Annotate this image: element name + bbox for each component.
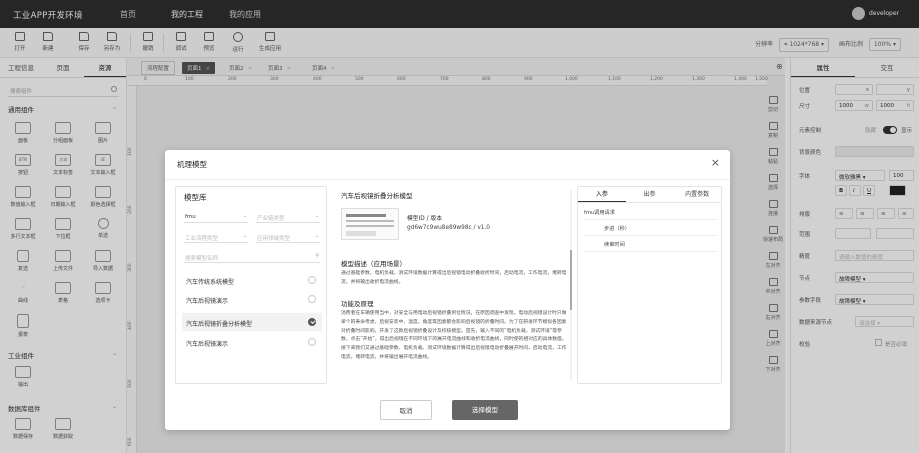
principle-heading: 功能及原理 <box>341 300 374 308</box>
cancel-button[interactable]: 取消 <box>380 400 432 420</box>
library-title: 模型库 <box>184 193 207 202</box>
divider <box>584 219 716 220</box>
description-text: 通过基础参数，电机负载，测试环境数据计算得出后视镜电动折叠收折时间，启动电流，工… <box>341 271 567 285</box>
dialog-title: 机理模型 <box>177 160 207 169</box>
radio-icon <box>308 338 316 346</box>
industry-chain-select[interactable]: 产业链类型 ⌄ <box>256 211 320 223</box>
model-id-label: 模型ID / 版本 <box>407 216 442 222</box>
model-list-item[interactable]: 汽车后视镜演示 <box>182 333 322 351</box>
tab-builtin-params[interactable]: 内置参数 <box>673 187 721 202</box>
radio-icon <box>308 295 316 303</box>
chevron-down-icon: ⌄ <box>314 233 319 239</box>
principle-text: 消费者在车辆使用当中，对安全与用电动后视镜折叠到位情况，在原因调查中发现，电动后… <box>341 311 567 360</box>
param-row: 续审时间 <box>604 242 625 248</box>
model-detail: 汽车后视镜折叠分析模型 模型ID / 版本 gd6w7c9wu8e89w98c … <box>335 186 573 384</box>
model-list-item[interactable]: 汽车传统系统模型 <box>182 271 322 289</box>
type-filter-select[interactable]: fmu ⌄ <box>184 211 248 223</box>
model-thumbnail <box>341 208 399 240</box>
chevron-down-icon: ⌄ <box>242 213 247 219</box>
divider <box>584 235 716 236</box>
model-id-value: gd6w7c9wu8e89w98c / v1.0 <box>407 225 490 231</box>
search-icon: ⚲ <box>315 253 319 259</box>
process-type-select[interactable]: 工业流程类型 ⌄ <box>184 231 248 243</box>
tab-output-params[interactable]: 出参 <box>626 187 674 202</box>
param-row: fmu调用请求 <box>584 210 615 216</box>
divider <box>584 251 716 252</box>
tab-input-params[interactable]: 入参 <box>578 187 626 202</box>
domain-type-select[interactable]: 应用领域类型 ⌄ <box>256 231 320 243</box>
radio-icon <box>308 276 316 284</box>
model-detail-title: 汽车后视镜折叠分析模型 <box>341 192 413 200</box>
description-heading: 模型描述（应用场景） <box>341 260 406 268</box>
model-search-input[interactable]: 搜索模型名称 ⚲ <box>184 251 320 263</box>
check-icon <box>308 318 316 326</box>
parameters-panel: 入参 出参 内置参数 fmu调用请求 步进（秒） 续审时间 <box>577 186 722 384</box>
close-icon[interactable]: × <box>711 156 720 169</box>
model-library: 模型库 fmu ⌄ 产业链类型 ⌄ 工业流程类型 ⌄ 应用领域类型 ⌄ 搜索模型名称 ⚲ … <box>175 186 327 384</box>
model-list-item-selected[interactable]: 汽车后视镜折叠分析模型 <box>182 313 322 331</box>
chevron-down-icon: ⌄ <box>242 233 247 239</box>
param-row: 步进（秒） <box>604 226 630 232</box>
detail-scrollbar[interactable] <box>570 190 572 380</box>
model-list-item[interactable]: 汽车后视镜演示 <box>182 290 322 308</box>
chevron-down-icon: ⌄ <box>314 213 319 219</box>
select-model-button[interactable]: 选择模型 <box>452 400 518 420</box>
mechanism-model-dialog: 机理模型 × 模型库 fmu ⌄ 产业链类型 ⌄ 工业流程类型 ⌄ 应用领域类型 ⌄ 搜… <box>165 150 730 430</box>
divider <box>165 179 730 180</box>
